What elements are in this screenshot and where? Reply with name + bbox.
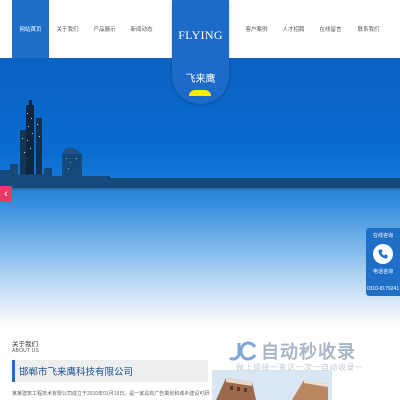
building-photo <box>212 370 332 400</box>
nav-products[interactable]: 产品展示 <box>86 0 123 58</box>
watermark-jc-icon <box>229 341 257 361</box>
about-description: 某某建筑工程技术有限公司成立于2010年01月19日。是一家具有广告策划和城乡建… <box>12 391 210 397</box>
nav-cases[interactable]: 客户案例 <box>238 0 275 58</box>
logo-yellow-accent <box>189 90 211 96</box>
company-name: 邯郸市飞来鹰科技有限公司 <box>19 367 134 378</box>
floating-service-panel[interactable]: 在线咨询 电话咨询 0310-8179241 <box>366 228 400 296</box>
about-heading: 关于我们 <box>12 341 38 348</box>
phone-consult-label: 电话咨询 <box>372 269 393 275</box>
watermark-brand: 自动秒收录 <box>261 342 356 363</box>
nav-home[interactable]: 网站首页 <box>12 0 49 58</box>
watermark-slogan: 做上链接一来访一次一自动收录一 <box>236 363 364 372</box>
about-subheading: ABOUT US <box>12 348 40 354</box>
online-consult-label[interactable]: 在线咨询 <box>366 232 400 239</box>
nav-jobs[interactable]: 人才招聘 <box>275 0 312 58</box>
phone-number: 0310-8179241 <box>366 286 400 292</box>
logo-english: FLYING <box>178 28 223 42</box>
logo-chinese: 飞来鹰 <box>185 74 216 85</box>
watermark-logo: 自动秒收录 <box>229 338 356 364</box>
chevron-left-icon: ‹ <box>4 188 8 200</box>
banner-prev-arrow[interactable]: ‹ <box>0 186 12 202</box>
nav-contact[interactable]: 联系我们 <box>350 0 387 58</box>
site-logo[interactable]: FLYING 飞来鹰 <box>172 0 229 104</box>
company-name-box: 邯郸市飞来鹰科技有限公司 <box>12 360 208 382</box>
nav-news[interactable]: 新闻动态 <box>123 0 160 58</box>
nav-message[interactable]: 在线留言 <box>312 0 349 58</box>
phone-icon <box>373 244 393 264</box>
nav-about[interactable]: 关于我们 <box>49 0 86 58</box>
